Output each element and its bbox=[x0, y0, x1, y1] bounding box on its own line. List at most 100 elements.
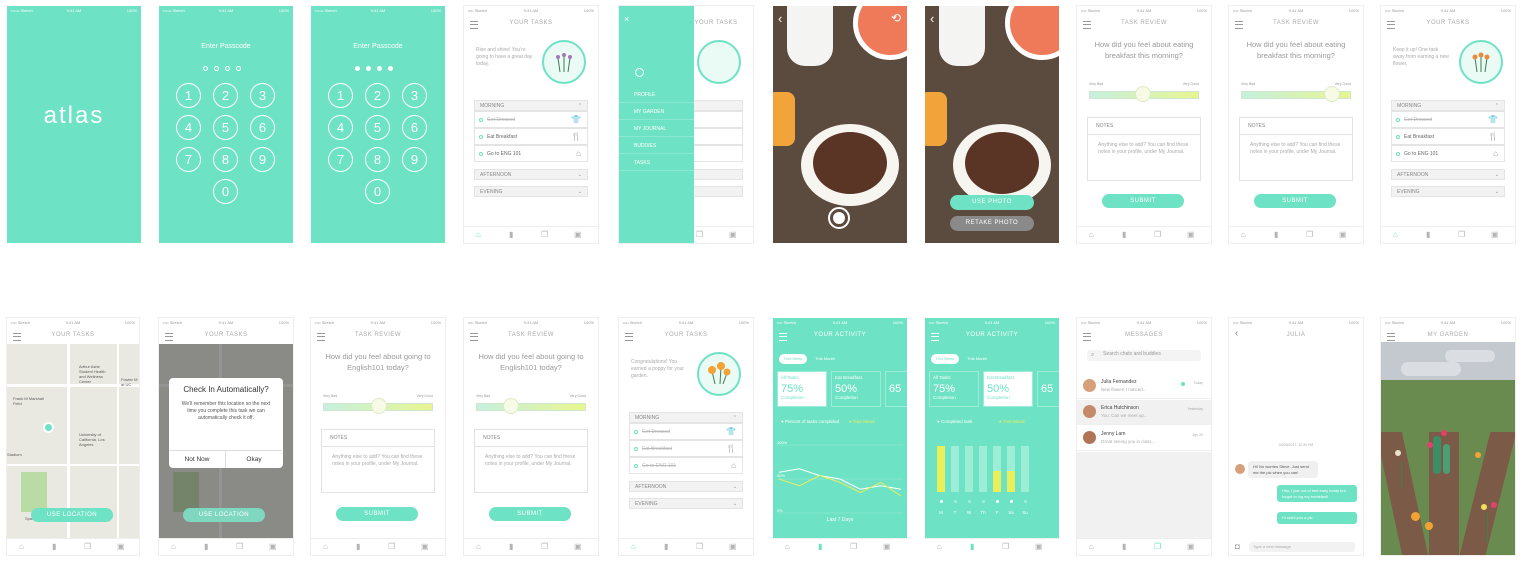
submit-button[interactable]: SUBMIT bbox=[336, 507, 418, 521]
home-icon[interactable]: ⌂ bbox=[476, 230, 481, 239]
section-afternoon[interactable]: AFTERNOON ⌄ bbox=[1391, 169, 1505, 180]
slider-handle[interactable] bbox=[1324, 86, 1340, 102]
journal-icon[interactable]: ▣ bbox=[1035, 542, 1043, 551]
journal-icon[interactable]: ▣ bbox=[1339, 230, 1347, 239]
section-afternoon[interactable]: AFTERNOON ⌄ bbox=[629, 481, 743, 492]
journal-icon[interactable]: ▣ bbox=[1187, 230, 1195, 239]
card-all-tasks[interactable]: All Tasks 75% Completion bbox=[929, 371, 979, 407]
journal-icon[interactable]: ▣ bbox=[1491, 230, 1499, 239]
notes-field[interactable]: NOTES Anything else to add? You can find… bbox=[321, 429, 435, 493]
notes-field[interactable]: NOTES Anything else to add? You can find… bbox=[474, 429, 588, 493]
home-icon[interactable]: ⌂ bbox=[785, 542, 790, 551]
task-get-dressed[interactable]: Get Dressed 👕 bbox=[474, 111, 588, 128]
menu-item-tasks[interactable]: TASKS bbox=[619, 155, 694, 171]
key-4[interactable]: 4 bbox=[328, 115, 353, 140]
stats-icon[interactable]: ▮ bbox=[509, 230, 513, 239]
use-photo-button[interactable]: USE PHOTO bbox=[950, 195, 1034, 210]
menu-item-my-journal[interactable]: MY JOURNAL bbox=[619, 121, 694, 137]
slider-handle[interactable] bbox=[371, 398, 387, 414]
tab-this-week[interactable]: This Week bbox=[931, 354, 959, 364]
chat-icon[interactable]: ❐ bbox=[541, 542, 548, 551]
tab-this-month[interactable]: This Month bbox=[963, 354, 991, 364]
key-4[interactable]: 4 bbox=[176, 115, 201, 140]
stats-icon[interactable]: ▮ bbox=[1122, 230, 1126, 239]
home-icon[interactable]: ⌂ bbox=[631, 542, 636, 551]
key-8[interactable]: 8 bbox=[213, 147, 238, 172]
chat-icon[interactable]: ❐ bbox=[850, 542, 857, 551]
task-eat-breakfast[interactable]: Eat Breakfast 🍴 bbox=[474, 128, 588, 145]
menu-item-profile[interactable]: PROFILE bbox=[619, 87, 694, 103]
section-evening[interactable]: EVENING ⌄ bbox=[474, 186, 588, 197]
notes-field[interactable]: NOTES Anything else to add? You can find… bbox=[1087, 117, 1201, 181]
back-icon[interactable]: ‹ bbox=[778, 11, 782, 26]
close-icon[interactable]: × bbox=[624, 14, 629, 24]
stats-icon[interactable]: ▮ bbox=[970, 542, 974, 551]
notes-field[interactable]: NOTES Anything else to add? You can find… bbox=[1239, 117, 1353, 181]
mood-slider[interactable] bbox=[1089, 86, 1199, 102]
home-icon[interactable]: ⌂ bbox=[937, 542, 942, 551]
back-icon[interactable]: ‹ bbox=[930, 11, 934, 26]
location-pin-icon[interactable] bbox=[43, 422, 54, 433]
card-eat-breakfast[interactable]: Eat Breakfast 50% Completion bbox=[983, 371, 1033, 407]
key-5[interactable]: 5 bbox=[365, 115, 390, 140]
journal-icon[interactable]: ▣ bbox=[574, 542, 582, 551]
okay-button[interactable]: Okay bbox=[226, 450, 282, 468]
slider-handle[interactable] bbox=[1135, 86, 1151, 102]
key-6[interactable]: 6 bbox=[250, 115, 275, 140]
journal-icon[interactable]: ▣ bbox=[269, 542, 277, 551]
key-2[interactable]: 2 bbox=[213, 83, 238, 108]
stats-icon[interactable]: ▮ bbox=[356, 542, 360, 551]
chat-icon[interactable]: ❐ bbox=[1154, 230, 1161, 239]
card-all-tasks[interactable]: All Tasks 75% Completion bbox=[777, 371, 827, 407]
chat-icon[interactable]: ❐ bbox=[1306, 230, 1313, 239]
section-morning[interactable]: MORNING ⌃ bbox=[1391, 100, 1505, 111]
journal-icon[interactable]: ▣ bbox=[729, 542, 737, 551]
section-afternoon[interactable]: AFTERNOON ⌄ bbox=[474, 169, 588, 180]
section-morning[interactable]: MORNING ⌃ bbox=[629, 412, 743, 423]
mood-slider[interactable] bbox=[476, 398, 586, 414]
key-2[interactable]: 2 bbox=[365, 83, 390, 108]
chat-icon[interactable]: ❐ bbox=[388, 542, 395, 551]
chat-icon[interactable]: ❐ bbox=[696, 230, 703, 239]
mood-slider[interactable] bbox=[1241, 86, 1351, 102]
home-icon[interactable]: ⌂ bbox=[19, 542, 24, 551]
stats-icon[interactable]: ▮ bbox=[1122, 542, 1126, 551]
chat-icon[interactable]: ❐ bbox=[1458, 230, 1465, 239]
section-morning[interactable]: MORNING ⌃ bbox=[474, 100, 588, 111]
home-icon[interactable]: ⌂ bbox=[171, 542, 176, 551]
camera-icon[interactable]: ◘ bbox=[1235, 542, 1240, 551]
tab-this-week[interactable]: This Week bbox=[779, 354, 807, 364]
chat-icon[interactable]: ❐ bbox=[696, 542, 703, 551]
submit-button[interactable]: SUBMIT bbox=[489, 507, 571, 521]
home-icon[interactable]: ⌂ bbox=[1241, 230, 1246, 239]
key-7[interactable]: 7 bbox=[328, 147, 353, 172]
journal-icon[interactable]: ▣ bbox=[1187, 542, 1195, 551]
home-icon[interactable]: ⌂ bbox=[323, 542, 328, 551]
garden-illustration[interactable] bbox=[1381, 342, 1515, 555]
key-8[interactable]: 8 bbox=[365, 147, 390, 172]
chat-icon[interactable]: ❐ bbox=[236, 542, 243, 551]
key-7[interactable]: 7 bbox=[176, 147, 201, 172]
message-thread[interactable]: Jenny Lam Great seeing you in class... Apr… bbox=[1077, 426, 1211, 451]
mood-slider[interactable] bbox=[323, 398, 433, 414]
home-icon[interactable]: ⌂ bbox=[476, 542, 481, 551]
key-5[interactable]: 5 bbox=[213, 115, 238, 140]
key-6[interactable]: 6 bbox=[402, 115, 427, 140]
camera-flip-icon[interactable]: ⟲ bbox=[891, 11, 901, 25]
journal-icon[interactable]: ▣ bbox=[421, 542, 429, 551]
task-eat-breakfast[interactable]: Eat Breakfast 🍴 bbox=[1391, 128, 1505, 145]
card-next[interactable]: 65 bbox=[885, 371, 907, 407]
stats-icon[interactable]: ▮ bbox=[204, 542, 208, 551]
chat-icon[interactable]: ❐ bbox=[1002, 542, 1009, 551]
section-evening[interactable]: EVENING ⌄ bbox=[1391, 186, 1505, 197]
task-go-to-eng[interactable]: Go to ENG 101 ⌂ bbox=[474, 145, 588, 162]
stats-icon[interactable]: ▮ bbox=[1426, 230, 1430, 239]
tab-this-month[interactable]: This Month bbox=[811, 354, 839, 364]
chat-icon[interactable]: ❐ bbox=[541, 230, 548, 239]
journal-icon[interactable]: ▣ bbox=[729, 230, 737, 239]
key-0[interactable]: 0 bbox=[365, 179, 390, 204]
journal-icon[interactable]: ▣ bbox=[883, 542, 891, 551]
key-9[interactable]: 9 bbox=[402, 147, 427, 172]
task-get-dressed[interactable]: Get Dressed 👕 bbox=[629, 423, 743, 440]
home-icon[interactable]: ⌂ bbox=[1089, 542, 1094, 551]
